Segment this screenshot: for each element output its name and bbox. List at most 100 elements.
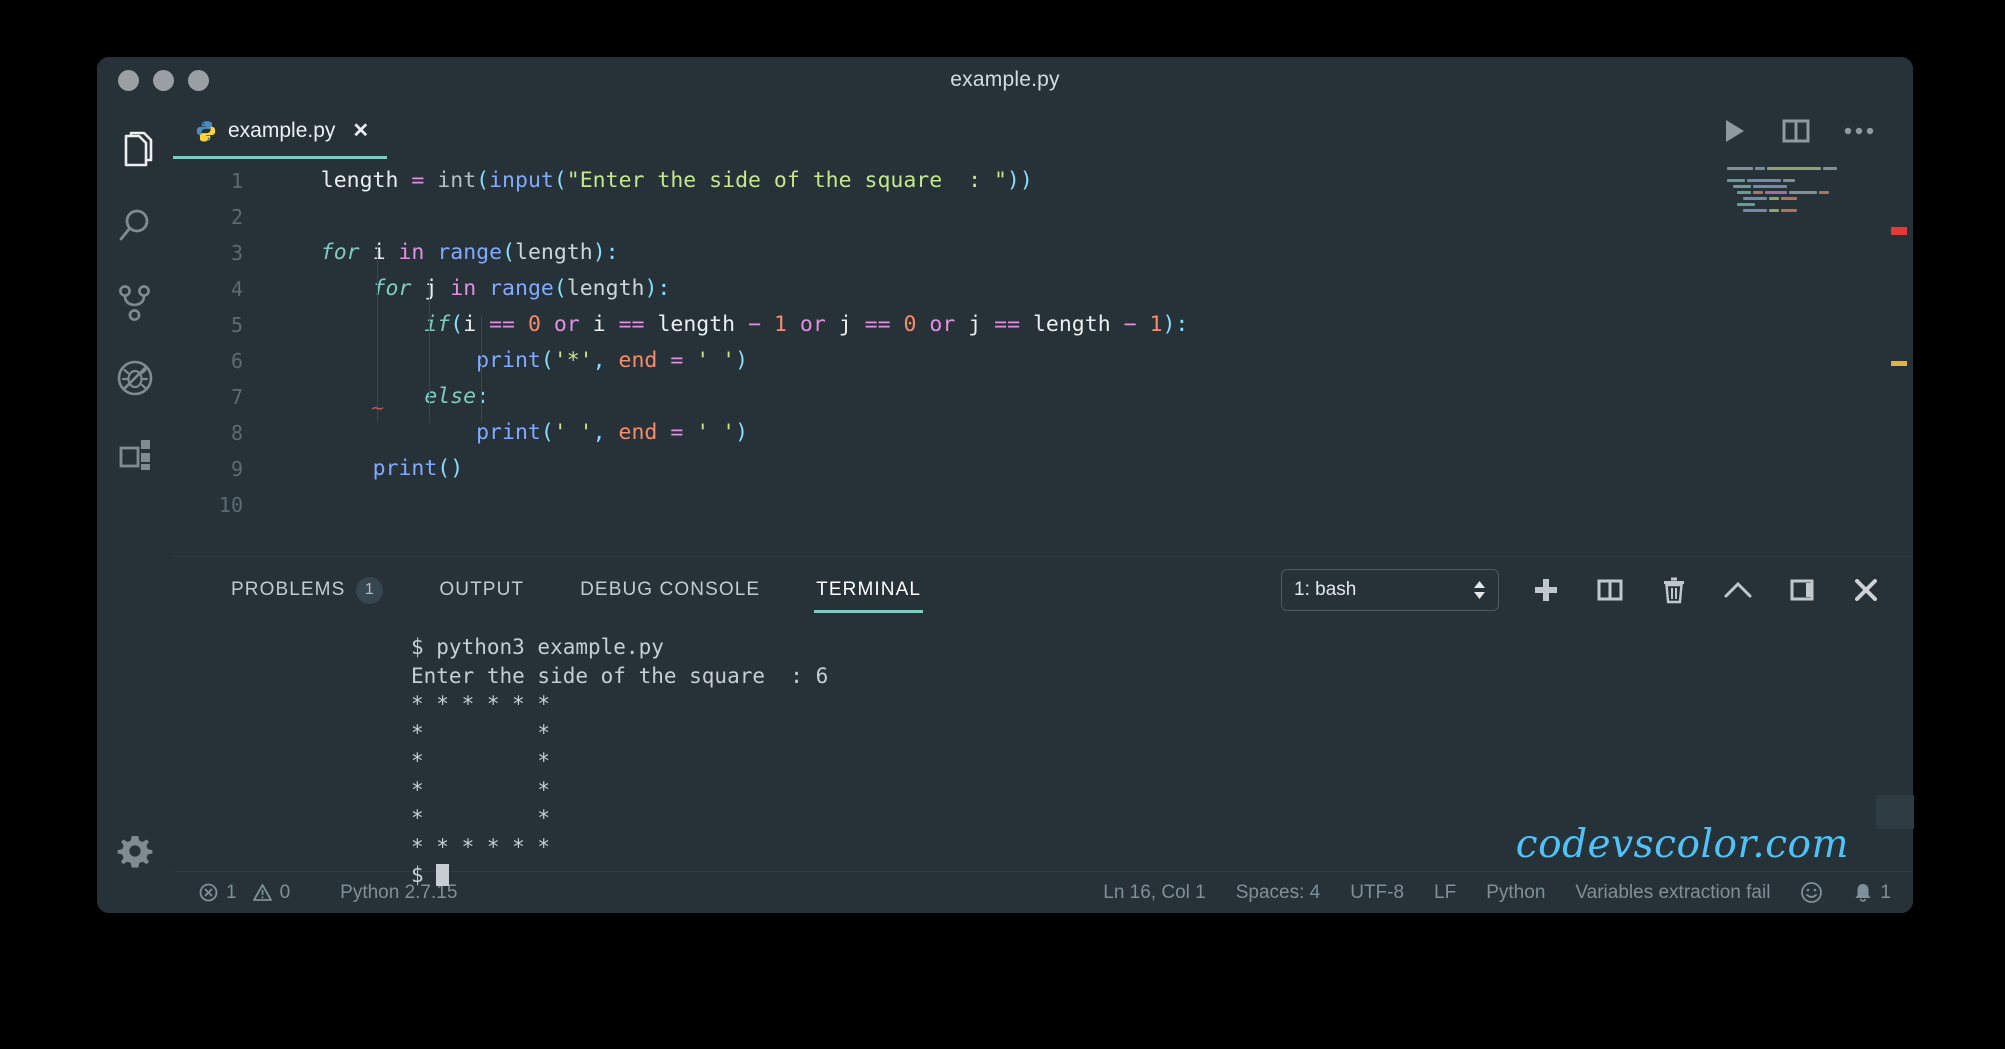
sidebar-item-source-control[interactable] [97,265,173,341]
line-code: print() [372,456,464,481]
error-icon [199,883,218,902]
panel-toolbar: 1: bash [1281,569,1883,611]
tab-label: example.py [228,119,336,142]
python-icon [196,121,216,142]
editor-group: example.py ✕ 1 length = int(input("Enter… [173,103,1913,913]
files-icon [124,131,153,167]
indent-guide [377,243,378,423]
line-number: 9 [230,457,243,481]
title-bar: example.py [97,57,1913,103]
error-count: 1 [226,881,237,903]
watermark: codevscolor.com [1515,821,1849,867]
code-line: 6 print('*', end = ' ') [173,343,1913,379]
error-squiggle: ∼ [370,398,386,418]
code-line: 2 [173,199,1913,235]
editor-tab-bar: example.py ✕ [173,103,1913,159]
split-icon [1597,579,1623,601]
toggle-panel-button[interactable] [1785,573,1819,607]
line-code: for j in range(length): [372,276,671,301]
manage-settings-button[interactable] [97,829,173,873]
terminal-output[interactable]: $ python3 example.py Enter the side of th… [173,623,1913,887]
line-code: if(i == 0 or i == length − 1 or j == 0 o… [424,312,1189,337]
scrollbar-error-marker [1891,227,1907,235]
play-icon [1726,120,1744,142]
terminal-selector[interactable]: 1: bash [1281,569,1499,611]
line-number: 2 [230,205,243,229]
tab-terminal[interactable]: TERMINAL [814,567,923,613]
line-code: length = int(input("Enter the side of th… [320,168,1033,193]
activity-bar [97,103,173,913]
line-number: 6 [230,349,243,373]
close-icon[interactable]: ✕ [352,121,369,141]
line-number: 8 [230,421,243,445]
warning-icon [252,884,272,901]
code-line: 4 for j in range(length): [173,271,1913,307]
tab-output-label: OUTPUT [439,579,525,600]
terminal-line: Enter the side of the square : 6 [411,663,829,688]
vscode-window: example.py example.py ✕ 1 length = int(i… [97,57,1913,913]
kill-terminal-button[interactable] [1657,573,1691,607]
code-line: 5 if(i == 0 or i == length − 1 or j == 0… [173,307,1913,343]
line-number: 1 [230,169,243,193]
close-icon [1855,579,1877,601]
more-actions-button[interactable] [1843,125,1875,137]
chevron-updown-icon [1473,580,1486,600]
terminal-cursor [436,864,450,886]
terminal-selector-value: 1: bash [1294,579,1357,600]
line-number: 10 [218,493,243,517]
indent-guide [481,315,482,387]
sidebar-item-extensions[interactable] [97,417,173,493]
minimap[interactable] [1727,167,1865,219]
terminal-line: * * [411,777,563,802]
indent-guide [429,279,430,423]
line-code: print(' ', end = ' ') [476,420,749,445]
terminal-line: * * [411,749,563,773]
ellipsis-icon [1844,127,1874,135]
maximize-panel-button[interactable] [1721,573,1755,607]
line-code: print('*', end = ' ') [476,348,749,373]
new-terminal-button[interactable] [1529,573,1563,607]
terminal-line: $ python3 example.py [411,635,664,659]
code-editor[interactable]: 1 length = int(input("Enter the side of … [173,159,1913,556]
tab-problems[interactable]: PROBLEMS 1 [229,567,385,613]
split-terminal-button[interactable] [1593,573,1627,607]
chevron-up-icon [1724,581,1752,598]
code-content: 1 length = int(input("Enter the side of … [173,159,1913,523]
search-icon [119,209,149,241]
split-editor-button[interactable] [1781,116,1811,146]
close-panel-button[interactable] [1849,573,1883,607]
line-code: for i in range(length): [320,240,619,265]
sidebar-item-search[interactable] [97,189,173,265]
sidebar-item-run-debug[interactable] [97,341,173,417]
problems-status[interactable]: 1 0 [199,882,290,904]
extensions-icon [119,440,150,470]
tab-output[interactable]: OUTPUT [437,567,526,613]
trash-icon [1664,577,1684,604]
tab-terminal-label: TERMINAL [816,579,922,600]
line-number: 4 [230,277,243,301]
tab-debug-console[interactable]: DEBUG CONSOLE [578,567,762,613]
code-line: 7 else: [173,379,1913,415]
sidebar-item-explorer[interactable] [97,113,173,189]
split-editor-icon [1782,119,1810,143]
line-number: 5 [230,313,243,337]
panel-header: PROBLEMS 1 OUTPUT DEBUG CONSOLE TERMINAL [173,557,1913,623]
terminal-line: * * [411,720,563,745]
code-line: 8 print(' ', end = ' ') [173,415,1913,451]
source-control-icon [119,285,150,321]
scrollbar-warning-marker [1891,361,1907,366]
code-line: 10 [173,487,1913,523]
panel-icon [1790,579,1814,601]
run-file-button[interactable] [1719,116,1749,146]
code-line: 3 for i in range(length): [173,235,1913,271]
panel: PROBLEMS 1 OUTPUT DEBUG CONSOLE TERMINAL [173,556,1913,887]
window-title: example.py [950,68,1060,91]
editor-scroll-decoration [1876,795,1914,829]
code-line: 9 print() [173,451,1913,487]
tab-example-py[interactable]: example.py ✕ [173,103,388,159]
gear-icon [117,836,153,868]
terminal-line: * * * * * * [411,692,563,716]
line-number: 7 [230,385,243,409]
problems-count-badge: 1 [356,576,384,604]
editor-actions [1719,103,1913,159]
